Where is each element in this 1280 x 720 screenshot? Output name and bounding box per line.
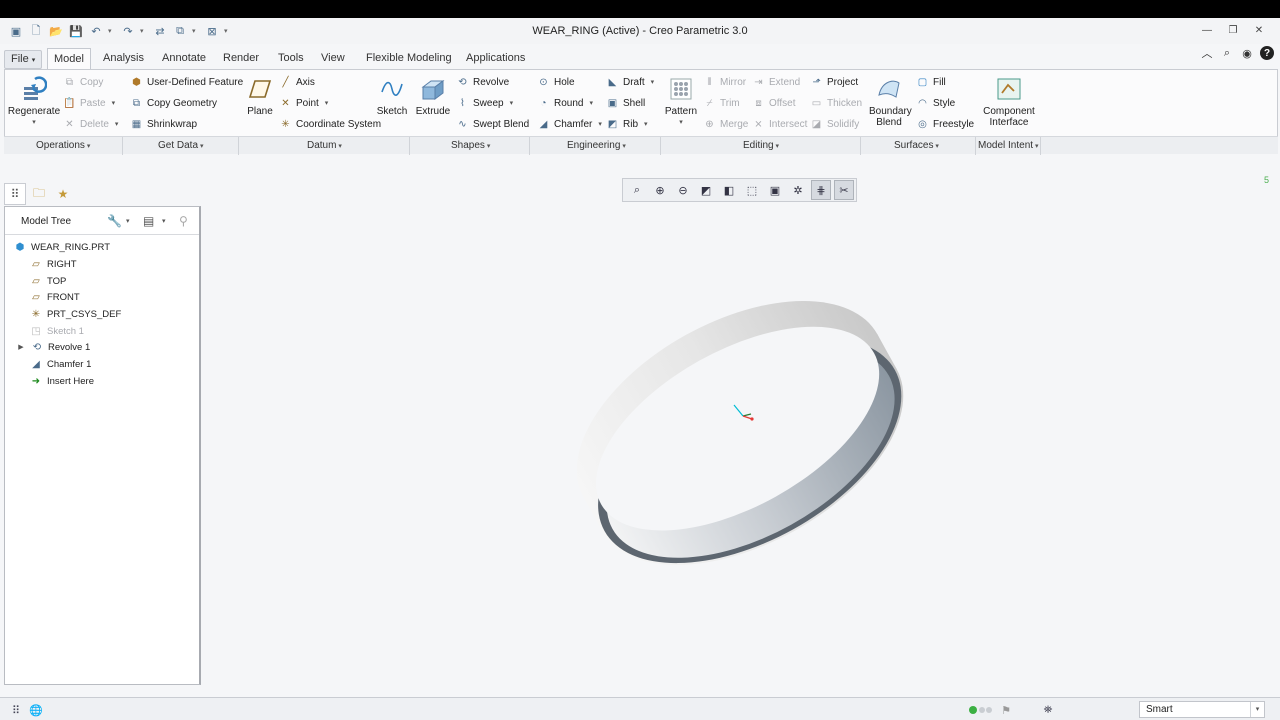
status-bar: ⠿ 🌐 ⚑ ⛯ Smart ▾ <box>0 697 1280 720</box>
find-icon[interactable]: ⛯ <box>1040 702 1056 718</box>
flag-icon[interactable]: ⚑ <box>998 702 1014 718</box>
selection-filter[interactable]: Smart ▾ <box>1139 701 1265 718</box>
graphics-viewport[interactable] <box>0 18 1280 702</box>
wear-ring-model[interactable] <box>539 254 941 613</box>
chevron-down-icon[interactable]: ▾ <box>1250 702 1264 717</box>
selection-filter-value: Smart <box>1146 704 1173 715</box>
creo-window: ▣ 🗋 📂 💾 ↶ ▾ ↷ ▾ ⇄ ⧉ ▾ ⊠ ▾ WEAR_RING (Act… <box>0 18 1280 720</box>
show-browser-icon[interactable]: 🌐 <box>28 702 44 718</box>
show-navigator-icon[interactable]: ⠿ <box>8 702 24 718</box>
regeneration-status-icon <box>968 702 994 718</box>
